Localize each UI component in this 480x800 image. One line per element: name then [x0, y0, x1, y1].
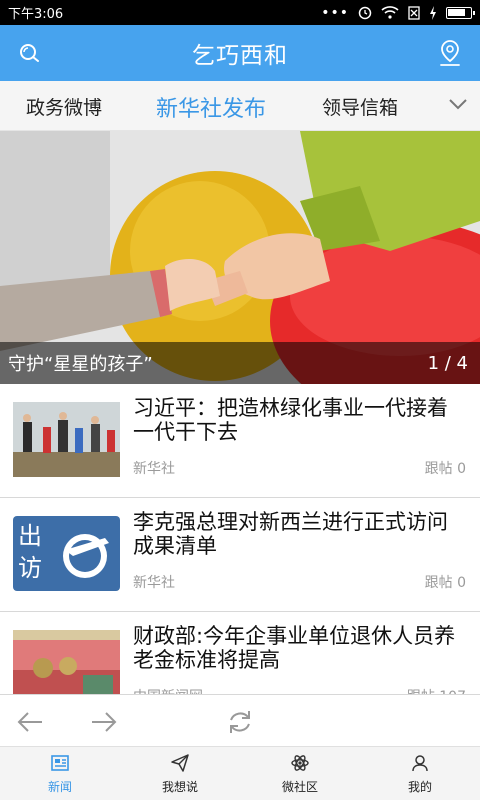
atom-icon — [291, 755, 309, 771]
nav-micro-community[interactable]: 微社区 — [240, 747, 360, 800]
nav-label: 新闻 — [47, 780, 72, 794]
app-header: 乞巧西和 — [0, 25, 480, 81]
more-dots-icon: ••• — [321, 4, 349, 21]
no-sim-icon — [408, 5, 420, 20]
wifi-icon — [381, 6, 399, 19]
hero-carousel[interactable]: 守护“星星的孩子” 1 / 4 — [0, 131, 480, 384]
nav-label: 我的 — [407, 780, 432, 794]
hero-caption: 守护“星星的孩子” — [8, 354, 153, 375]
nav-label: 微社区 — [281, 780, 318, 794]
nav-mine[interactable]: 我的 — [360, 747, 480, 800]
news-thumbnail — [13, 402, 120, 477]
back-arrow-icon[interactable] — [16, 708, 44, 736]
news-icon — [51, 755, 69, 771]
paper-plane-icon — [171, 754, 189, 772]
news-title: 习近平：把造林绿化事业一代接着一代干下去 — [133, 396, 448, 444]
app-title: 乞巧西和 — [192, 43, 288, 69]
hero-counter: 1 / 4 — [427, 352, 468, 374]
pension-thumbnail — [13, 630, 120, 694]
news-title: 李克强总理对新西兰进行正式访问成果清单 — [133, 510, 448, 558]
news-comment-count: 跟帖 0 — [424, 461, 466, 477]
news-item[interactable]: 财政部:今年企事业单位退休人员养老金标准将提高 中国新闻网 跟帖 107 — [0, 612, 480, 694]
category-tabs: 政务微博 新华社发布 领导信箱 — [0, 81, 480, 131]
hero-caption-bar: 守护“星星的孩子” 1 / 4 — [0, 342, 480, 384]
news-comment-count: 跟帖 0 — [424, 575, 466, 591]
tree-planting-thumbnail — [13, 402, 120, 477]
news-source: 新华社 — [133, 575, 175, 591]
news-thumbnail: 出访 — [13, 516, 120, 591]
nav-news[interactable]: 新闻 — [0, 747, 120, 800]
battery-icon — [446, 6, 475, 19]
tab-government-weibo[interactable]: 政务微博 — [26, 93, 102, 120]
visit-thumbnail-text: 出访 — [18, 522, 42, 582]
news-item[interactable]: 习近平：把造林绿化事业一代接着一代干下去 新华社 跟帖 0 — [0, 384, 480, 498]
news-item[interactable]: 出访 李克强总理对新西兰进行正式访问成果清单 新华社 跟帖 0 — [0, 498, 480, 612]
alarm-icon — [358, 6, 372, 19]
news-comment-count: 跟帖 107 — [407, 686, 466, 694]
tab-xinhua-release[interactable]: 新华社发布 — [156, 91, 266, 123]
location-pin-icon[interactable] — [438, 39, 462, 67]
news-title: 财政部:今年企事业单位退休人员养老金标准将提高 — [133, 624, 456, 672]
nav-i-want-to-say[interactable]: 我想说 — [120, 747, 240, 800]
nav-label: 我想说 — [161, 780, 198, 794]
status-icons: ••• — [321, 4, 475, 21]
news-source: 新华社 — [133, 461, 175, 477]
news-thumbnail — [13, 630, 120, 694]
status-bar: 下午3:06 ••• — [0, 0, 480, 25]
news-source: 中国新闻网 — [133, 686, 203, 694]
news-list: 习近平：把造林绿化事业一代接着一代干下去 新华社 跟帖 0 出访 李克强总理对新… — [0, 384, 480, 694]
status-time: 下午3:06 — [8, 7, 64, 22]
charging-icon — [430, 5, 436, 20]
refresh-icon[interactable] — [226, 708, 254, 736]
user-icon — [412, 755, 428, 772]
forward-arrow-icon[interactable] — [90, 708, 118, 736]
bottom-navigation: 新闻 我想说 微社区 我的 — [0, 746, 480, 800]
chevron-down-icon[interactable] — [448, 97, 468, 111]
search-icon[interactable] — [18, 41, 42, 65]
tab-leader-mailbox[interactable]: 领导信箱 — [322, 93, 398, 120]
browser-toolbar — [0, 694, 480, 746]
